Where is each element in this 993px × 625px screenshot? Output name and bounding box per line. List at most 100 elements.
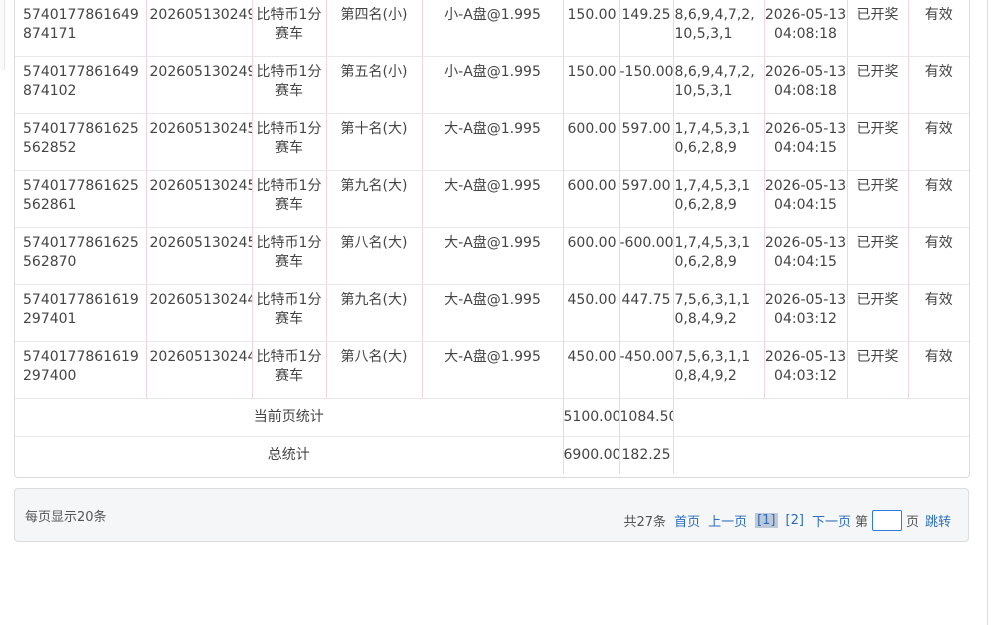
game-cell: 比特币1分赛车 xyxy=(256,178,322,213)
issue-cell: 202605130249 xyxy=(149,7,252,23)
status-cell: 已开奖 xyxy=(856,235,899,251)
win-amount-cell: 149.25 xyxy=(621,7,671,23)
play-cell: 大-A盘@1.995 xyxy=(444,349,541,365)
valid-cell: 有效 xyxy=(924,349,953,365)
first-page-link[interactable]: 首页 xyxy=(674,511,700,530)
win-amount-cell: -150.00 xyxy=(619,64,673,80)
play-cell: 小-A盘@1.995 xyxy=(444,64,541,80)
win-amount-cell: -600.00 xyxy=(619,235,673,251)
issue-cell: 202605130244 xyxy=(149,349,252,365)
position-cell: 第九名(大) xyxy=(340,292,408,308)
status-cell: 已开奖 xyxy=(856,292,899,308)
time-cell: 2026-05-13 04:08:18 xyxy=(764,7,847,42)
game-cell: 比特币1分赛车 xyxy=(256,64,322,99)
prev-page-link[interactable]: 上一页 xyxy=(708,511,747,530)
table-row: 5740177861649874102 202605130249 比特币1分赛车 第五… xyxy=(15,56,969,114)
table-row: 5740177861625562852 202605130245 比特币1分赛车 第十… xyxy=(15,113,969,171)
total-summary-amount: 6900.00 xyxy=(563,447,619,463)
status-cell: 已开奖 xyxy=(856,349,899,365)
valid-cell: 有效 xyxy=(924,121,953,137)
total-summary-label: 总统计 xyxy=(267,447,310,463)
position-cell: 第九名(大) xyxy=(340,178,408,194)
issue-cell: 202605130245 xyxy=(149,121,252,137)
time-cell: 2026-05-13 04:08:18 xyxy=(764,64,847,99)
table-row: 5740177861625562861 202605130245 比特币1分赛车 第九… xyxy=(15,170,969,228)
play-cell: 大-A盘@1.995 xyxy=(444,178,541,194)
issue-cell: 202605130249 xyxy=(149,64,252,80)
time-cell: 2026-05-13 04:04:15 xyxy=(764,121,847,156)
amount-cell: 150.00 xyxy=(567,7,617,23)
table-row: 5740177861619297401 202605130244 比特币1分赛车 第九… xyxy=(15,284,969,342)
status-cell: 已开奖 xyxy=(856,121,899,137)
amount-cell: 600.00 xyxy=(567,178,617,194)
time-cell: 2026-05-13 04:03:12 xyxy=(764,349,847,384)
goto-suffix: 页 xyxy=(905,515,919,530)
game-cell: 比特币1分赛车 xyxy=(256,349,322,384)
status-cell: 已开奖 xyxy=(856,64,899,80)
position-cell: 第四名(小) xyxy=(340,7,408,23)
game-cell: 比特币1分赛车 xyxy=(256,121,322,156)
win-amount-cell: 597.00 xyxy=(621,121,671,137)
issue-cell: 202605130244 xyxy=(149,292,252,308)
page-summary-win: 1084.50 xyxy=(619,409,673,425)
play-cell: 大-A盘@1.995 xyxy=(444,121,541,137)
page-link-2[interactable]: [2] xyxy=(786,513,804,528)
pagination-nav: 共27条 首页 上一页 [1] [2] 下一页 第 页 跳转 xyxy=(616,510,951,531)
table-row: 5740177861625562870 202605130245 比特币1分赛车 第八… xyxy=(15,227,969,285)
order-id-cell: 5740177861625562861 xyxy=(23,178,139,213)
total-summary-win: 182.25 xyxy=(621,447,671,463)
order-id-cell: 5740177861649874102 xyxy=(23,64,139,99)
goto-prefix: 第 xyxy=(854,515,868,530)
order-id-cell: 5740177861619297400 xyxy=(23,349,139,384)
page-summary-label: 当前页统计 xyxy=(253,409,324,425)
time-cell: 2026-05-13 04:04:15 xyxy=(764,178,847,213)
play-cell: 大-A盘@1.995 xyxy=(444,235,541,251)
per-page-text: 每页显示20条 xyxy=(25,510,107,525)
result-cell: 7,5,6,3,1,10,8,4,9,2 xyxy=(674,349,751,384)
valid-cell: 有效 xyxy=(924,292,953,308)
table-row: 5740177861649874171 202605130249 比特币1分赛车 第四… xyxy=(15,0,969,57)
result-cell: 1,7,4,5,3,10,6,2,8,9 xyxy=(674,178,751,213)
play-cell: 小-A盘@1.995 xyxy=(444,7,541,23)
time-cell: 2026-05-13 04:03:12 xyxy=(764,292,847,327)
valid-cell: 有效 xyxy=(924,7,953,23)
status-cell: 已开奖 xyxy=(856,7,899,23)
status-cell: 已开奖 xyxy=(856,178,899,194)
issue-cell: 202605130245 xyxy=(149,235,252,251)
result-cell: 8,6,9,4,7,2,10,5,3,1 xyxy=(674,64,755,99)
goto-page-input[interactable] xyxy=(871,510,902,531)
win-amount-cell: -450.00 xyxy=(619,349,673,365)
result-cell: 1,7,4,5,3,10,6,2,8,9 xyxy=(674,121,751,156)
valid-cell: 有效 xyxy=(924,178,953,194)
jump-button[interactable]: 跳转 xyxy=(925,511,951,530)
total-count: 共27条 xyxy=(623,515,667,530)
position-cell: 第五名(小) xyxy=(340,64,408,80)
amount-cell: 450.00 xyxy=(567,349,617,365)
game-cell: 比特币1分赛车 xyxy=(256,7,322,42)
position-cell: 第八名(大) xyxy=(340,349,408,365)
amount-cell: 600.00 xyxy=(567,121,617,137)
order-id-cell: 5740177861619297401 xyxy=(23,292,139,327)
position-cell: 第十名(大) xyxy=(340,121,408,137)
left-panel-edge xyxy=(0,0,5,70)
game-cell: 比特币1分赛车 xyxy=(256,235,322,270)
issue-cell: 202605130245 xyxy=(149,178,252,194)
game-cell: 比特币1分赛车 xyxy=(256,292,322,327)
amount-cell: 150.00 xyxy=(567,64,617,80)
bet-records-table: 5740177861649874171 202605130249 比特币1分赛车 第四… xyxy=(15,0,969,474)
order-id-cell: 5740177861625562852 xyxy=(23,121,139,156)
table-row: 5740177861619297400 202605130244 比特币1分赛车 第八… xyxy=(15,341,969,399)
valid-cell: 有效 xyxy=(924,235,953,251)
next-page-link[interactable]: 下一页 xyxy=(812,511,851,530)
order-id-cell: 5740177861625562870 xyxy=(23,235,139,270)
amount-cell: 450.00 xyxy=(567,292,617,308)
win-amount-cell: 597.00 xyxy=(621,178,671,194)
win-amount-cell: 447.75 xyxy=(621,292,671,308)
total-summary-row: 总统计 6900.00 182.25 xyxy=(15,436,969,474)
order-id-cell: 5740177861649874171 xyxy=(23,7,139,42)
position-cell: 第八名(大) xyxy=(340,235,408,251)
page-summary-row: 当前页统计 5100.00 1084.50 xyxy=(15,398,969,437)
time-cell: 2026-05-13 04:04:15 xyxy=(764,235,847,270)
page-link-current[interactable]: [1] xyxy=(755,513,778,528)
bet-records-table-panel: 5740177861649874171 202605130249 比特币1分赛车 第四… xyxy=(14,0,970,478)
